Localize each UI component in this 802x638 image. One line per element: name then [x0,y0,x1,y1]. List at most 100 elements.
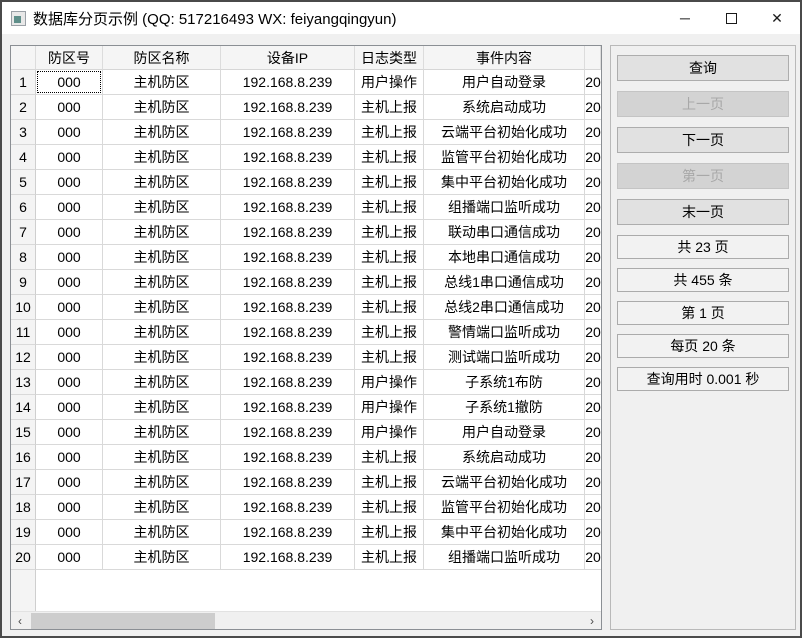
table-cell[interactable]: 000 [36,145,103,170]
table-cell[interactable]: 集中平台初始化成功 [424,520,585,545]
table-cell[interactable]: 用户操作 [355,420,424,445]
table-cell[interactable]: 主机防区 [103,70,221,95]
column-header[interactable]: 日志类型 [355,46,424,70]
horizontal-scrollbar[interactable]: ‹ › [11,611,601,629]
table-cell[interactable]: 000 [36,120,103,145]
minimize-button[interactable]: ─ [662,2,708,34]
close-button[interactable]: ✕ [754,2,800,34]
table-cell[interactable]: 000 [36,170,103,195]
table-cell[interactable]: 000 [36,545,103,570]
table-cell[interactable]: 用户自动登录 [424,70,585,95]
table-cell[interactable]: 云端平台初始化成功 [424,120,585,145]
table-cell[interactable]: 000 [36,420,103,445]
table-cell[interactable]: 192.168.8.239 [221,70,355,95]
table-cell[interactable]: 主机防区 [103,345,221,370]
table-cell[interactable]: 000 [36,195,103,220]
table-cell[interactable]: 20 [585,220,601,245]
table-cell[interactable]: 20 [585,545,601,570]
scroll-right-icon[interactable]: › [583,612,601,630]
table-cell[interactable]: 000 [36,270,103,295]
table-cell[interactable]: 子系统1布防 [424,370,585,395]
table-cell[interactable]: 主机上报 [355,445,424,470]
table-cell[interactable]: 192.168.8.239 [221,270,355,295]
table-cell[interactable]: 192.168.8.239 [221,120,355,145]
column-header[interactable]: 设备IP [221,46,355,70]
table-cell[interactable]: 000 [36,370,103,395]
table-cell[interactable]: 主机上报 [355,495,424,520]
table-cell[interactable]: 用户操作 [355,70,424,95]
query-button[interactable]: 查询 [617,55,789,81]
table-cell[interactable]: 用户操作 [355,395,424,420]
column-header[interactable]: 防区名称 [103,46,221,70]
column-header[interactable] [585,46,601,70]
table-cell[interactable]: 主机防区 [103,295,221,320]
table-cell[interactable]: 20 [585,270,601,295]
table-cell[interactable]: 主机防区 [103,395,221,420]
table-cell[interactable]: 000 [36,495,103,520]
table-cell[interactable]: 主机防区 [103,120,221,145]
table-cell[interactable]: 主机上报 [355,145,424,170]
table-cell[interactable]: 主机防区 [103,195,221,220]
table-cell[interactable]: 主机防区 [103,495,221,520]
table-cell[interactable]: 测试端口监听成功 [424,345,585,370]
table-cell[interactable]: 20 [585,95,601,120]
table-cell[interactable]: 000 [36,295,103,320]
table-cell[interactable]: 主机上报 [355,220,424,245]
table-cell[interactable]: 用户自动登录 [424,420,585,445]
table-cell[interactable]: 主机防区 [103,270,221,295]
table-cell[interactable]: 主机防区 [103,520,221,545]
table-cell[interactable]: 监管平台初始化成功 [424,495,585,520]
table-cell[interactable]: 主机上报 [355,295,424,320]
table-cell[interactable]: 20 [585,370,601,395]
table-cell[interactable]: 192.168.8.239 [221,420,355,445]
table-cell[interactable]: 主机防区 [103,420,221,445]
table-cell[interactable]: 192.168.8.239 [221,395,355,420]
table-cell[interactable]: 20 [585,245,601,270]
table-cell[interactable]: 警情端口监听成功 [424,320,585,345]
table-cell[interactable]: 主机上报 [355,520,424,545]
table-cell[interactable]: 192.168.8.239 [221,145,355,170]
table-cell[interactable]: 主机防区 [103,220,221,245]
scroll-left-icon[interactable]: ‹ [11,612,29,630]
table-cell[interactable]: 总线1串口通信成功 [424,270,585,295]
table-cell[interactable]: 192.168.8.239 [221,170,355,195]
next-page-button[interactable]: 下一页 [617,127,789,153]
table-cell[interactable]: 192.168.8.239 [221,470,355,495]
table-cell[interactable]: 000 [36,470,103,495]
table-cell[interactable]: 192.168.8.239 [221,545,355,570]
table-cell[interactable]: 20 [585,445,601,470]
table-cell[interactable]: 主机上报 [355,120,424,145]
table-cell[interactable]: 主机防区 [103,545,221,570]
table-cell[interactable]: 20 [585,345,601,370]
table-cell[interactable]: 20 [585,170,601,195]
table-cell[interactable]: 20 [585,470,601,495]
table-cell[interactable]: 192.168.8.239 [221,495,355,520]
table-cell[interactable]: 000 [36,520,103,545]
table-cell[interactable]: 主机防区 [103,470,221,495]
table-cell[interactable]: 000 [36,345,103,370]
table-cell[interactable]: 主机上报 [355,545,424,570]
table-cell[interactable]: 000 [36,245,103,270]
table-cell[interactable]: 20 [585,320,601,345]
table-cell[interactable]: 联动串口通信成功 [424,220,585,245]
table-cell[interactable]: 主机防区 [103,370,221,395]
table-cell[interactable]: 000 [36,95,103,120]
table-cell[interactable]: 总线2串口通信成功 [424,295,585,320]
table-cell[interactable]: 主机防区 [103,320,221,345]
table-cell[interactable]: 主机上报 [355,345,424,370]
scrollbar-thumb[interactable] [31,613,215,629]
table-cell[interactable]: 000 [36,220,103,245]
table-cell[interactable]: 云端平台初始化成功 [424,470,585,495]
table-cell[interactable]: 000 [36,445,103,470]
table-cell[interactable]: 组播端口监听成功 [424,195,585,220]
table-cell[interactable]: 本地串口通信成功 [424,245,585,270]
table-cell[interactable]: 系统启动成功 [424,95,585,120]
table-cell[interactable]: 192.168.8.239 [221,295,355,320]
table-cell[interactable]: 主机防区 [103,245,221,270]
table-cell[interactable]: 用户操作 [355,370,424,395]
table-cell[interactable]: 主机防区 [103,95,221,120]
table-cell[interactable]: 20 [585,70,601,95]
table-cell[interactable]: 192.168.8.239 [221,245,355,270]
table-cell[interactable]: 192.168.8.239 [221,220,355,245]
column-header[interactable]: 事件内容 [424,46,585,70]
